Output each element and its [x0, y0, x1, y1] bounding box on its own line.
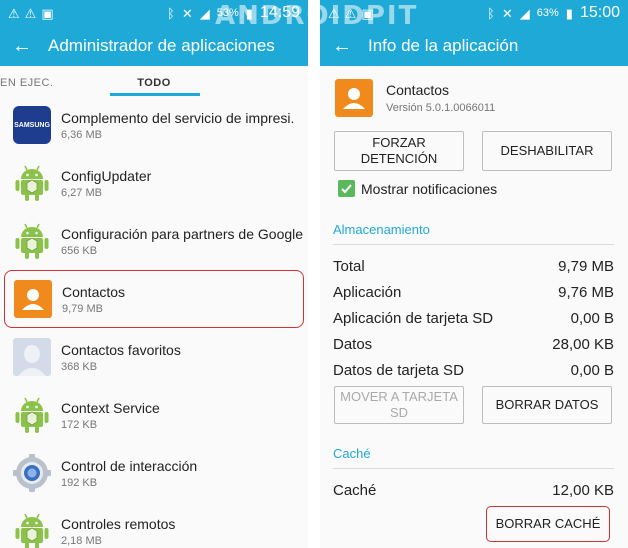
mute-icon: ✕ [501, 5, 513, 21]
disable-button[interactable]: DESHABILITAR [482, 131, 612, 171]
list-item[interactable]: SAMSUNG Complemento del servicio de impr… [0, 96, 308, 154]
app-size: 368 KB [61, 360, 98, 373]
android-icon [15, 165, 49, 201]
android-icon [15, 397, 49, 433]
list-item[interactable]: Context Service 172 KB [0, 386, 308, 444]
android-icon [15, 223, 49, 259]
back-arrow-icon[interactable]: ← [12, 35, 32, 58]
status-time: 15:00 [579, 4, 620, 21]
app-name: Contactos favoritos [61, 341, 181, 358]
cache-section-title: Caché [333, 446, 371, 461]
app-name: Context Service [61, 399, 160, 416]
storage-label: Datos [333, 336, 373, 353]
android-icon [15, 513, 49, 548]
list-item[interactable]: ConfigUpdater 6,27 MB [0, 154, 308, 212]
status-bar: ⚠ ⚠ ▣ ᛒ ✕ ◢ 53% ▮ 14:59 [0, 0, 308, 26]
clear-cache-button[interactable]: BORRAR CACHÉ [486, 506, 610, 542]
app-list: SAMSUNG Complemento del servicio de impr… [0, 96, 308, 548]
mute-icon: ✕ [181, 5, 193, 21]
app-name: Complemento del servicio de impresi. [61, 109, 295, 126]
samsung-icon: SAMSUNG [13, 106, 51, 144]
app-name: Contactos [62, 283, 126, 300]
app-name: Controles remotos [61, 515, 176, 532]
app-size: 9,79 MB [62, 302, 103, 315]
storage-value: 28,00 KB [552, 336, 614, 353]
force-stop-button[interactable]: FORZAR DETENCIÓN [334, 131, 464, 171]
notifications-label: Mostrar notificaciones [361, 180, 498, 197]
app-info-screen: ⚠ ⚠ ▣ ᛒ ✕ ◢ 63% ▮ 15:00 ← Info de la apl… [320, 0, 628, 548]
warning-icon: ⚠ [8, 5, 20, 21]
checkbox-checked-icon [338, 180, 355, 197]
storage-label: Aplicación de tarjeta SD [333, 310, 494, 327]
contacts-icon [335, 79, 373, 117]
tab-running[interactable]: EN EJEC. [0, 77, 54, 96]
app-name: Configuración para partners de Google [61, 225, 304, 242]
app-name: ConfigUpdater [61, 167, 152, 184]
cache-row: Caché 12,00 KB [333, 482, 614, 499]
app-bar: ← Info de la aplicación [320, 26, 628, 66]
list-item[interactable]: Contactos favoritos 368 KB [0, 328, 308, 386]
cache-value: 12,00 KB [552, 482, 614, 499]
storage-label: Aplicación [333, 284, 402, 301]
gear-icon [13, 454, 51, 492]
favorite-contacts-icon [13, 338, 51, 376]
storage-row-app-sd: Aplicación de tarjeta SD 0,00 B [333, 310, 614, 327]
status-time: 14:59 [259, 4, 300, 21]
battery-percent: 63% [536, 7, 559, 19]
battery-percent: 53% [216, 7, 239, 19]
storage-value: 0,00 B [570, 362, 614, 379]
signal-icon: ◢ [519, 5, 530, 21]
gallery-icon: ▣ [41, 5, 54, 21]
app-size: 656 KB [61, 244, 98, 257]
bluetooth-icon: ᛒ [487, 5, 495, 21]
warning-icon: ⚠ [24, 5, 37, 21]
app-bar: ← Administrador de aplicaciones [0, 26, 308, 66]
app-size: 192 KB [61, 476, 98, 489]
app-size: 172 KB [61, 418, 98, 431]
storage-value: 9,76 MB [558, 284, 614, 301]
storage-row-total: Total 9,79 MB [333, 258, 614, 275]
battery-icon: ▮ [245, 5, 253, 21]
signal-icon: ◢ [199, 5, 210, 21]
clear-data-button[interactable]: BORRAR DATOS [482, 386, 612, 424]
page-title: Administrador de aplicaciones [48, 36, 275, 55]
list-item-contactos[interactable]: Contactos 9,79 MB [4, 270, 304, 328]
storage-section-title: Almacenamiento [333, 222, 430, 237]
panel-separator [308, 0, 320, 548]
show-notifications-checkbox[interactable]: Mostrar notificaciones [338, 180, 497, 197]
storage-label: Total [333, 258, 365, 275]
warning-icon: ⚠ [344, 5, 357, 21]
warning-icon: ⚠ [328, 5, 340, 21]
list-item[interactable]: Controles remotos 2,18 MB [0, 502, 308, 548]
back-arrow-icon[interactable]: ← [332, 35, 352, 58]
app-size: 6,27 MB [61, 186, 102, 199]
app-size: 2,18 MB [61, 534, 102, 547]
storage-row-data-sd: Datos de tarjeta SD 0,00 B [333, 362, 614, 379]
page-title: Info de la aplicación [368, 36, 519, 55]
divider [333, 468, 614, 469]
list-item[interactable]: Control de interacción 192 KB [0, 444, 308, 502]
app-name: Contactos [386, 82, 450, 98]
app-name: Control de interacción [61, 457, 198, 474]
contacts-icon [14, 280, 52, 318]
bluetooth-icon: ᛒ [167, 5, 175, 21]
app-size: 6,36 MB [61, 128, 102, 141]
gallery-icon: ▣ [361, 5, 374, 21]
app-header: Contactos Versión 5.0.1.0066011 [320, 66, 628, 130]
divider [333, 244, 614, 245]
cache-label: Caché [333, 482, 377, 499]
storage-value: 0,00 B [570, 310, 614, 327]
battery-icon: ▮ [565, 5, 573, 21]
move-to-sd-button[interactable]: MOVER A TARJETA SD [334, 386, 464, 424]
app-version: Versión 5.0.1.0066011 [386, 102, 496, 114]
tab-bar: EN EJEC. TODO [0, 66, 308, 96]
app-manager-screen: ⚠ ⚠ ▣ ᛒ ✕ ◢ 53% ▮ 14:59 ← Administrador … [0, 0, 308, 548]
storage-row-data: Datos 28,00 KB [333, 336, 614, 353]
storage-label: Datos de tarjeta SD [333, 362, 464, 379]
status-bar: ⚠ ⚠ ▣ ᛒ ✕ ◢ 63% ▮ 15:00 [320, 0, 628, 26]
list-item[interactable]: Configuración para partners de Google 65… [0, 212, 308, 270]
storage-value: 9,79 MB [558, 258, 614, 275]
storage-row-app: Aplicación 9,76 MB [333, 284, 614, 301]
